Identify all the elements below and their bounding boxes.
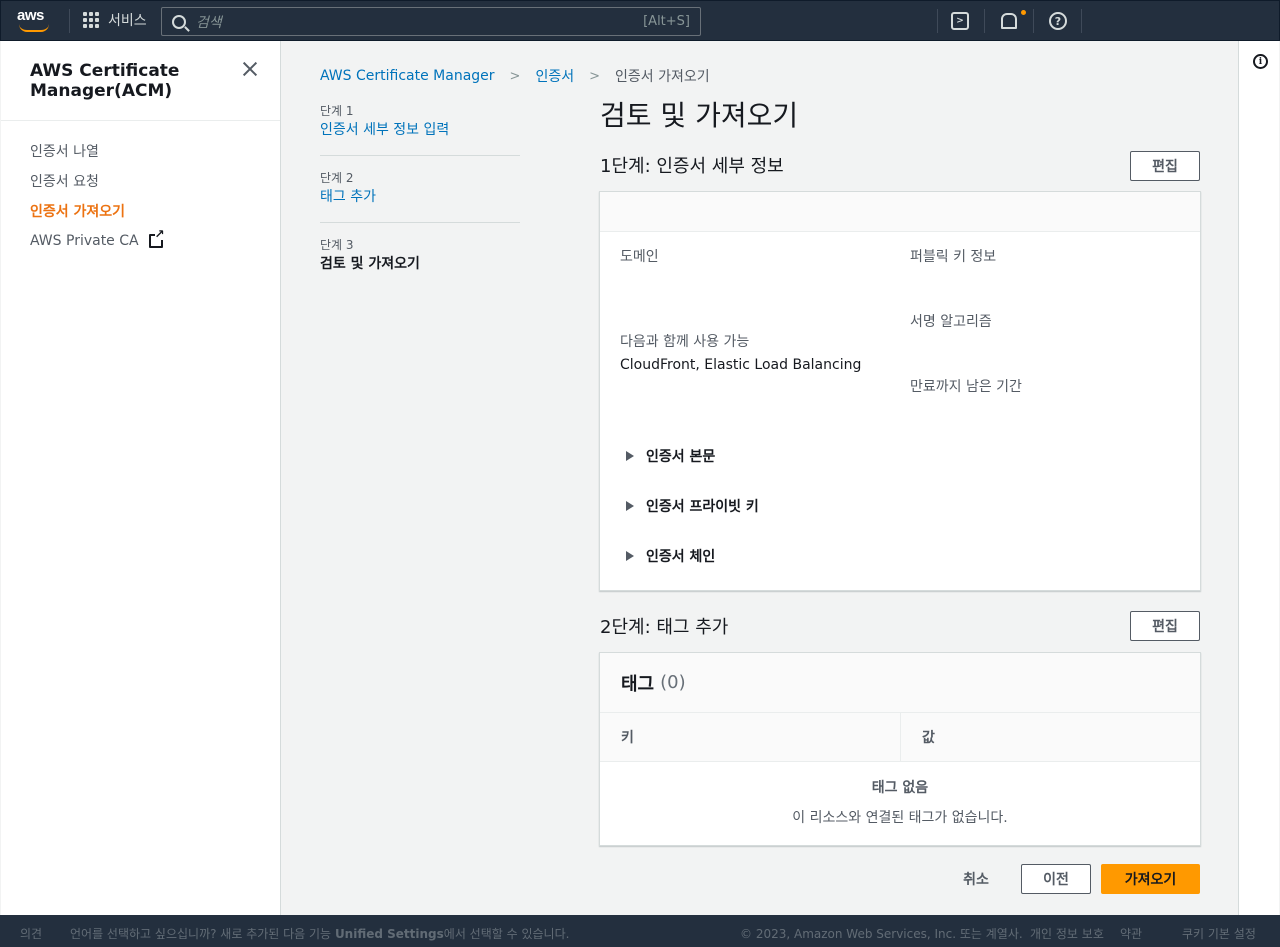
grid-icon xyxy=(83,12,99,28)
edit-step-1-button[interactable]: 편집 xyxy=(1130,151,1200,181)
wizard-step-3: 단계 3 검토 및 가져오기 xyxy=(320,237,520,289)
privacy-link[interactable]: 개인 정보 보호 xyxy=(1030,925,1104,942)
certificate-details-card: 도메인 퍼블릭 키 정보 서명 알고리즘 다음과 함께 사용 가능 CloudF… xyxy=(599,191,1201,591)
aws-logo[interactable]: aws xyxy=(17,7,53,35)
notification-dot xyxy=(1021,10,1026,15)
step-number: 단계 1 xyxy=(320,104,354,118)
sidenav-item-label: AWS Private CA xyxy=(30,233,139,249)
step-number: 단계 2 xyxy=(320,171,354,185)
import-button[interactable]: 가져오기 xyxy=(1101,864,1200,894)
page-title: 검토 및 가져오기 xyxy=(600,99,799,132)
footer-content: 의견 언어를 선택하고 싶으십니까? 새로 추가된 다음 기능 Unified … xyxy=(0,915,1280,947)
breadcrumb-acm[interactable]: AWS Certificate Manager xyxy=(320,68,495,84)
step-link[interactable]: 태그 추가 xyxy=(320,186,520,208)
tools-panel-rail: i xyxy=(1238,41,1279,915)
unified-settings-link[interactable]: Unified Settings xyxy=(335,927,444,941)
sidenav-item-list-certificates[interactable]: 인증서 나열 xyxy=(30,136,280,166)
info-icon[interactable]: i xyxy=(1253,54,1268,69)
footer: 의견 언어를 선택하고 싶으십니까? 새로 추가된 다음 기능 Unified … xyxy=(0,915,1280,947)
language-suffix-text: 에서 선택할 수 있습니다. xyxy=(443,927,570,941)
search-shortcut: [Alt+S] xyxy=(643,14,690,29)
nav-divider xyxy=(937,9,938,33)
copyright: © 2023, Amazon Web Services, Inc. 또는 계열사… xyxy=(740,927,1023,941)
column-header-value: 값 xyxy=(900,713,1200,761)
expander-label: 인증서 체인 xyxy=(646,549,716,565)
top-navigation: aws 서비스 검색 [Alt+S] > ? xyxy=(0,0,1280,41)
cookie-preferences-link[interactable]: 쿠키 기본 설정 xyxy=(1182,925,1256,942)
help-icon[interactable]: ? xyxy=(1049,12,1067,30)
sidenav-item-private-ca[interactable]: AWS Private CA xyxy=(30,226,280,256)
close-icon[interactable] xyxy=(242,61,258,77)
wizard-steps: 단계 1 인증서 세부 정보 입력 단계 2 태그 추가 단계 3 검토 및 가… xyxy=(320,103,520,303)
expander-label: 인증서 프라이빗 키 xyxy=(646,499,759,515)
edit-step-2-button[interactable]: 편집 xyxy=(1130,611,1200,641)
column-header-key: 키 xyxy=(621,730,634,746)
side-navigation: AWS Certificate Manager(ACM) 인증서 나열 인증서 … xyxy=(1,41,281,915)
aws-logo-text: aws xyxy=(17,7,44,24)
step-current-label: 검토 및 가져오기 xyxy=(320,256,420,272)
feedback-link[interactable]: 의견 xyxy=(20,925,42,942)
nav-divider xyxy=(1081,9,1082,33)
chevron-right-icon: > xyxy=(509,68,521,84)
search-placeholder: 검색 xyxy=(196,14,222,31)
wizard-step-2: 단계 2 태그 추가 xyxy=(320,170,520,223)
tags-table-header: 태그 (0) xyxy=(600,653,1200,713)
caret-right-icon xyxy=(626,501,634,511)
breadcrumb-current: 인증서 가져오기 xyxy=(614,69,710,85)
sidenav-list: 인증서 나열 인증서 요청 인증서 가져오기 AWS Private CA xyxy=(1,121,280,256)
caret-right-icon xyxy=(626,451,634,461)
wizard-step-1: 단계 1 인증서 세부 정보 입력 xyxy=(320,103,520,156)
breadcrumb-certificates[interactable]: 인증서 xyxy=(535,66,574,86)
cloudshell-icon[interactable]: > xyxy=(951,12,969,30)
expander-certificate-chain[interactable]: 인증서 체인 xyxy=(626,546,715,566)
empty-state-description: 이 리소스와 연결된 태그가 없습니다. xyxy=(792,810,1008,826)
step-link[interactable]: 인증서 세부 정보 입력 xyxy=(320,119,520,141)
search-icon xyxy=(172,14,186,29)
previous-button[interactable]: 이전 xyxy=(1021,864,1091,894)
tags-card: 태그 (0) 키 값 태그 없음 이 리소스와 연결된 태그가 없습니다. xyxy=(599,652,1201,846)
caret-right-icon xyxy=(626,551,634,561)
step-number: 단계 3 xyxy=(320,238,354,252)
nav-divider xyxy=(1033,9,1034,33)
search-input[interactable]: 검색 [Alt+S] xyxy=(161,7,701,36)
external-link-icon xyxy=(148,228,165,248)
tags-table-columns: 키 값 xyxy=(600,713,1200,762)
card-header xyxy=(600,192,1200,232)
expander-private-key[interactable]: 인증서 프라이빗 키 xyxy=(626,496,759,516)
sidenav-title[interactable]: AWS Certificate Manager(ACM) xyxy=(30,61,230,101)
aws-smile-icon xyxy=(19,24,49,32)
signature-algorithm-label: 서명 알고리즘 xyxy=(910,314,992,330)
expander-certificate-body[interactable]: 인증서 본문 xyxy=(626,446,715,466)
chevron-right-icon: > xyxy=(589,68,600,84)
services-label: 서비스 xyxy=(108,13,147,29)
tags-count: (0) xyxy=(660,672,686,693)
nav-divider xyxy=(984,9,985,33)
terms-link[interactable]: 약관 xyxy=(1120,925,1142,942)
breadcrumb: AWS Certificate Manager > 인증서 > 인증서 가져오기 xyxy=(320,66,710,86)
public-key-label: 퍼블릭 키 정보 xyxy=(910,249,997,265)
usable-with-value: CloudFront, Elastic Load Balancing xyxy=(620,357,862,373)
cancel-button[interactable]: 취소 xyxy=(946,864,1006,894)
language-prompt-text: 언어를 선택하고 싶으십니까? 새로 추가된 다음 기능 xyxy=(70,927,332,941)
domain-label: 도메인 xyxy=(620,249,659,265)
language-prompt: 언어를 선택하고 싶으십니까? 새로 추가된 다음 기능 Unified Set… xyxy=(70,925,569,942)
expander-label: 인증서 본문 xyxy=(646,449,716,465)
notifications-bell-icon[interactable] xyxy=(1000,12,1018,30)
usable-with-label: 다음과 함께 사용 가능 xyxy=(620,334,750,350)
sidenav-item-request-certificate[interactable]: 인증서 요청 xyxy=(30,166,280,196)
services-menu-button[interactable]: 서비스 xyxy=(83,10,147,30)
nav-divider xyxy=(69,9,70,33)
expiry-label: 만료까지 남은 기간 xyxy=(910,379,1022,395)
tags-table-title: 태그 xyxy=(621,673,655,695)
sidenav-item-import-certificate[interactable]: 인증서 가져오기 xyxy=(30,196,280,226)
empty-state-title: 태그 없음 xyxy=(871,780,929,796)
sidenav-header: AWS Certificate Manager(ACM) xyxy=(1,41,280,121)
section-1-title: 1단계: 인증서 세부 정보 xyxy=(600,156,784,177)
section-2-title: 2단계: 태그 추가 xyxy=(600,617,729,638)
